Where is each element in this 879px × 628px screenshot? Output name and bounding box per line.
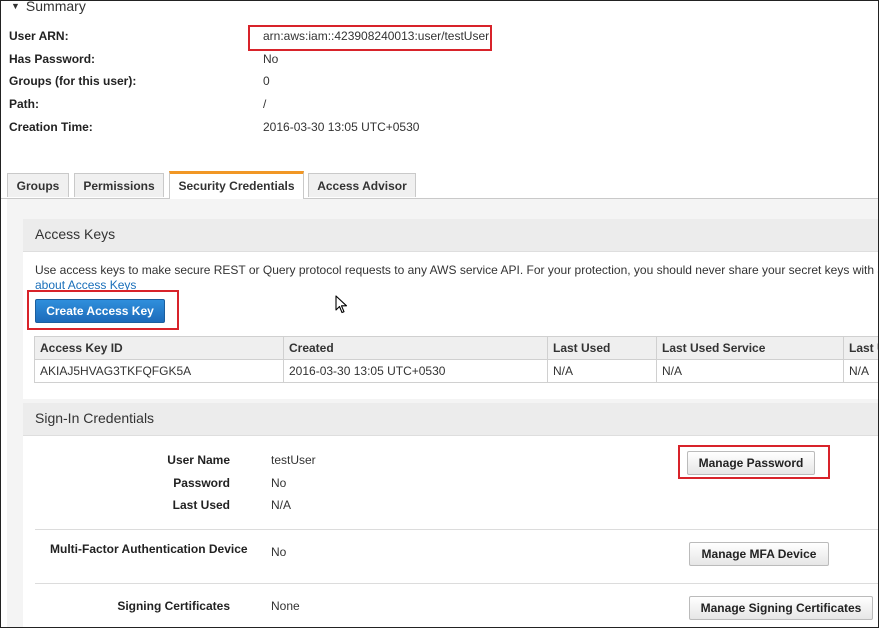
user-name-label: User Name <box>167 453 230 467</box>
tab-groups[interactable]: Groups <box>7 173 69 197</box>
summary-header[interactable]: ▼ Summary <box>11 0 86 14</box>
user-arn-label: User ARN: <box>9 29 69 43</box>
table-row: AKIAJ5HVAG3TKFQFGK5A 2016-03-30 13:05 UT… <box>34 359 878 383</box>
access-keys-header: Access Keys <box>23 219 878 252</box>
password-value: No <box>271 476 287 490</box>
summary-title: Summary <box>25 0 86 14</box>
user-name-value: testUser <box>271 453 316 467</box>
col-created[interactable]: Created <box>283 336 548 360</box>
access-keys-title: Access Keys <box>35 226 116 242</box>
tab-permissions[interactable]: Permissions <box>74 173 164 197</box>
has-password-label: Has Password: <box>9 52 96 66</box>
signing-certificates-label: Signing Certificates <box>117 599 230 613</box>
mouse-pointer-icon <box>335 295 348 314</box>
manage-password-highlight-box <box>678 445 830 479</box>
last-used-cell: N/A <box>547 359 657 383</box>
tab-access-advisor[interactable]: Access Advisor <box>308 173 416 197</box>
manage-signing-certificates-button[interactable]: Manage Signing Certificates <box>689 596 873 620</box>
path-value: / <box>263 97 267 111</box>
access-keys-description: Use access keys to make secure REST or Q… <box>35 263 879 277</box>
last-used-region-cell: N/A <box>843 359 878 383</box>
signing-certificates-value: None <box>271 599 300 613</box>
creation-time-label: Creation Time: <box>9 120 93 134</box>
last-used-value: N/A <box>271 498 292 512</box>
creation-time-value: 2016-03-30 13:05 UTC+0530 <box>263 120 420 134</box>
collapse-triangle-icon[interactable]: ▼ <box>11 1 20 11</box>
manage-mfa-device-button[interactable]: Manage MFA Device <box>689 542 829 566</box>
created-cell: 2016-03-30 13:05 UTC+0530 <box>283 359 548 383</box>
access-keys-table: Access Key ID Created Last Used Last Use… <box>34 336 878 383</box>
mfa-divider <box>35 529 878 530</box>
signin-credentials-panel: Sign-In Credentials User Name testUser P… <box>23 403 878 627</box>
last-used-service-cell: N/A <box>656 359 844 383</box>
signing-divider <box>35 583 878 584</box>
mfa-label: Multi-Factor Authentication Device <box>50 542 248 556</box>
col-last-used[interactable]: Last Used <box>547 336 657 360</box>
groups-count-label: Groups (for this user): <box>9 74 137 88</box>
col-access-key-id[interactable]: Access Key ID <box>34 336 284 360</box>
mfa-value: No <box>271 545 287 559</box>
access-key-id-cell: AKIAJ5HVAG3TKFQFGK5A <box>34 359 284 383</box>
path-label: Path: <box>9 97 39 111</box>
tab-content-area: Access Keys Use access keys to make secu… <box>7 199 878 627</box>
tab-security-credentials[interactable]: Security Credentials <box>169 171 304 200</box>
access-keys-header-row: Access Key ID Created Last Used Last Use… <box>34 336 878 360</box>
arn-highlight-box <box>248 25 492 51</box>
signin-credentials-header: Sign-In Credentials <box>23 403 878 436</box>
col-last-used-region[interactable]: Last U <box>843 336 878 360</box>
last-used-label: Last Used <box>172 498 230 512</box>
iam-user-page: ▼ Summary User ARN: arn:aws:iam::42390824… <box>0 0 879 628</box>
col-last-used-service[interactable]: Last Used Service <box>656 336 844 360</box>
signin-credentials-title: Sign-In Credentials <box>35 410 155 426</box>
create-key-highlight-box <box>27 290 179 330</box>
groups-count-value: 0 <box>263 74 270 88</box>
password-label: Password <box>173 476 230 490</box>
has-password-value: No <box>263 52 279 66</box>
